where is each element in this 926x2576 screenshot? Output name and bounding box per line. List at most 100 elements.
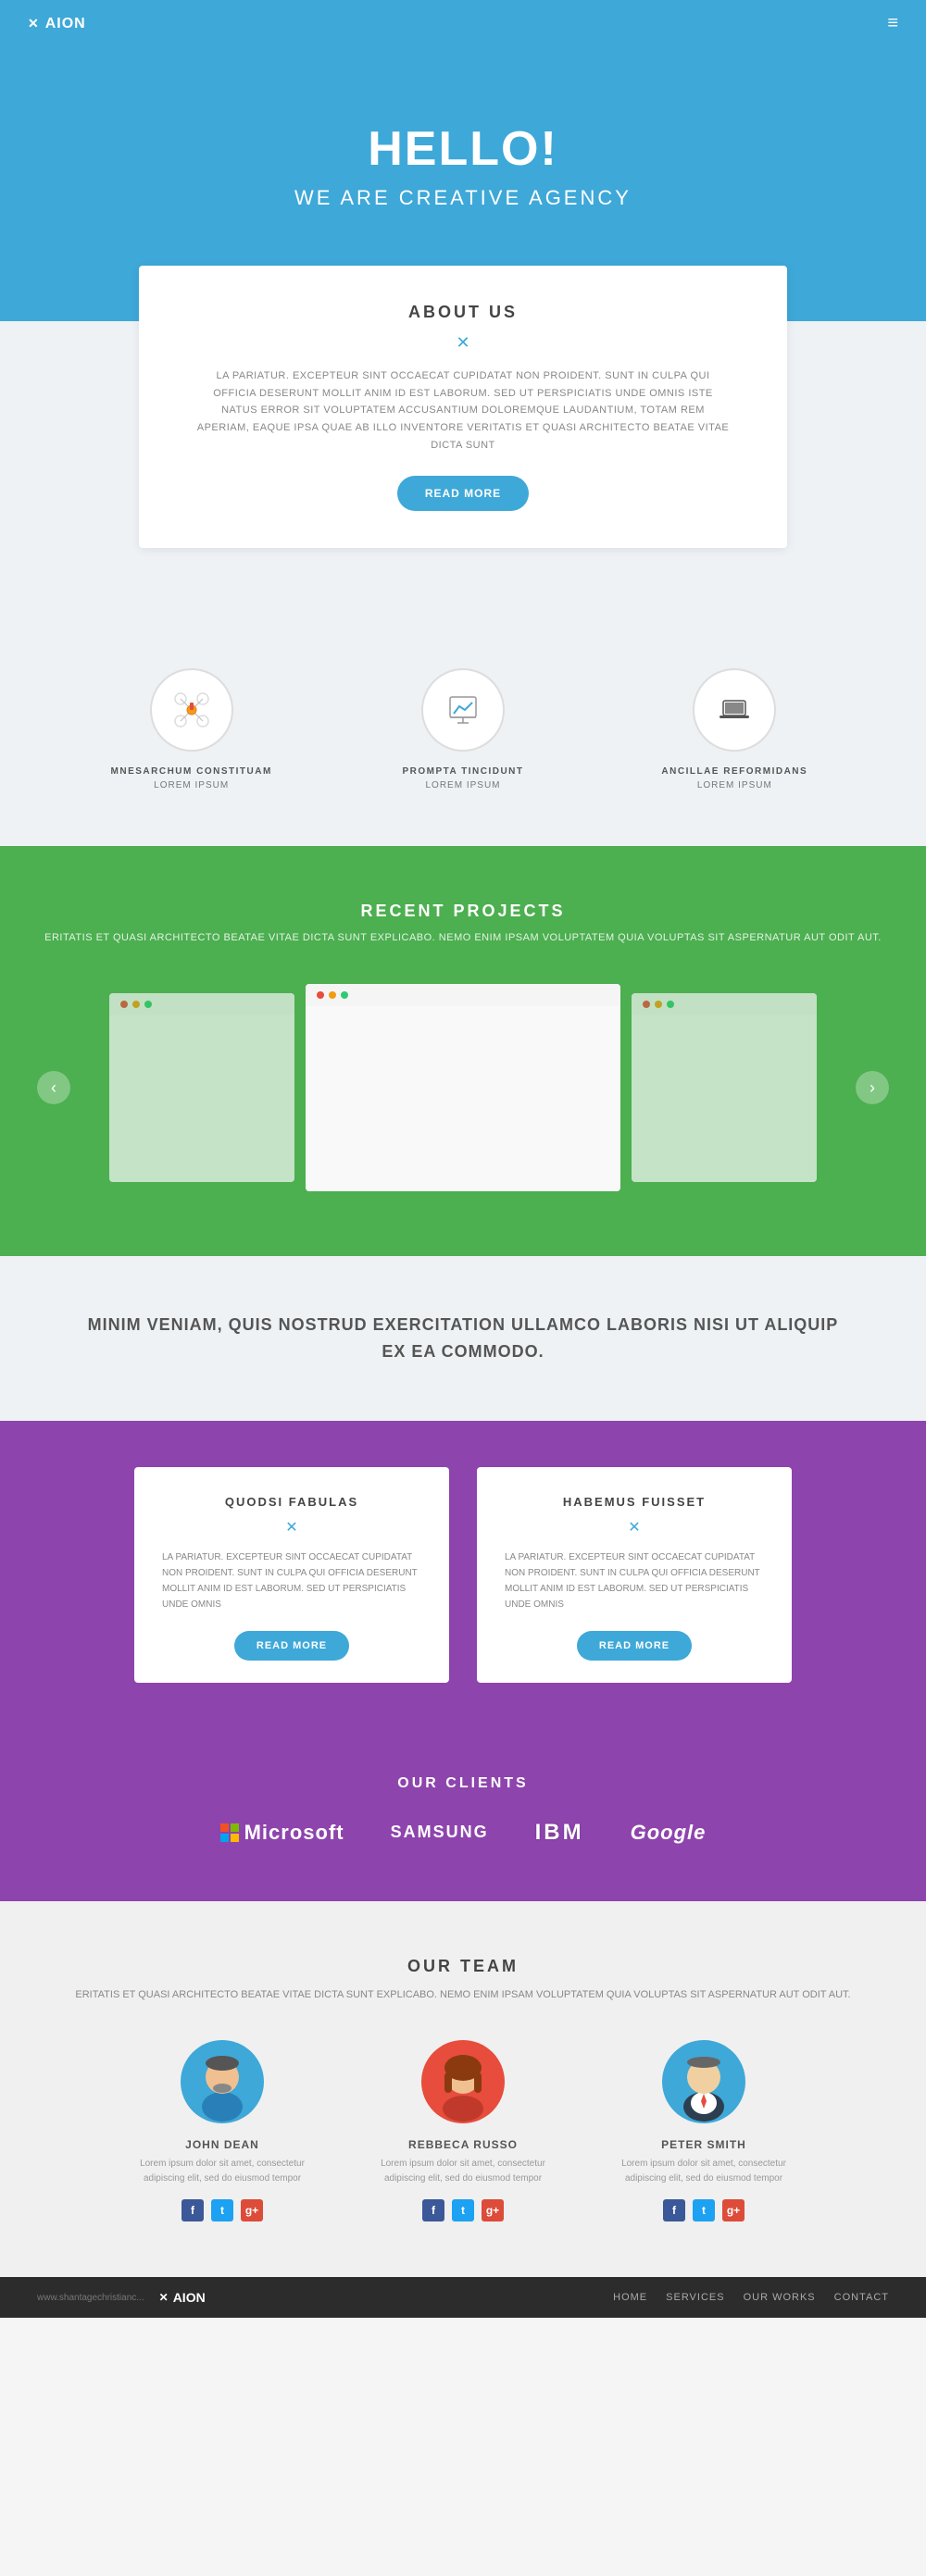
feature-item-1: MNESARCHUM CONSTITUAM LOREM IPSUM [56, 668, 327, 790]
carousel-slides [70, 975, 856, 1201]
samsung-label: SAMSUNG [391, 1823, 489, 1842]
slide-body-left [109, 1015, 294, 1182]
member-2-googleplus-icon[interactable]: g+ [482, 2199, 504, 2221]
member-1-bio: Lorem ipsum dolor sit amet, consectetur … [120, 2157, 324, 2186]
microsoft-label: Microsoft [244, 1821, 344, 1845]
slide-body-right [632, 1015, 817, 1182]
projects-title: RECENT PROJECTS [37, 902, 889, 921]
dot-green-main [341, 991, 348, 999]
footer-nav-contact[interactable]: CONTACT [834, 2292, 889, 2303]
feature-3-title: ANCILLAE REFORMIDANS [618, 766, 852, 777]
footer-logo-text: AION [173, 2290, 206, 2305]
about-card: ABOUT US ✕ LA PARIATUR. EXCEPTEUR SINT O… [139, 266, 787, 548]
member-2-social: f t g+ [361, 2199, 565, 2221]
member-2-facebook-icon[interactable]: f [422, 2199, 444, 2221]
member-3-bio: Lorem ipsum dolor sit amet, consectetur … [602, 2157, 806, 2186]
avatar-peter [662, 2040, 745, 2123]
member-2-name: REBBECA RUSSO [361, 2138, 565, 2151]
card-2-body: LA PARIATUR. EXCEPTEUR SINT OCCAECAT CUP… [505, 1549, 764, 1612]
member-3-twitter-icon[interactable]: t [693, 2199, 715, 2221]
dot-red-right [643, 1001, 650, 1008]
footer-logo-icon: ✕ [159, 2291, 169, 2304]
projects-description: ERITATIS ET QUASI ARCHITECTO BEATAE VITA… [37, 930, 889, 947]
carousel-prev-button[interactable]: ‹ [37, 1071, 70, 1104]
carousel-next-button[interactable]: › [856, 1071, 889, 1104]
team-subtitle: ERITATIS ET QUASI ARCHITECTO BEATAE VITA… [74, 1987, 852, 2004]
feature-2-title: PROMPTA TINCIDUNT [345, 766, 580, 777]
client-samsung: SAMSUNG [391, 1823, 489, 1842]
card-2-read-more-button[interactable]: READ MORE [577, 1631, 692, 1661]
feature-icon-laptop [693, 668, 776, 752]
team-section: OUR TEAM ERITATIS ET QUASI ARCHITECTO BE… [0, 1901, 926, 2278]
client-microsoft: Microsoft [220, 1821, 344, 1845]
member-2-bio: Lorem ipsum dolor sit amet, consectetur … [361, 2157, 565, 2186]
footer-logo[interactable]: ✕ AION [159, 2290, 206, 2305]
footer-nav-our-works[interactable]: OUR WORKS [744, 2292, 816, 2303]
slide-header-left [109, 993, 294, 1015]
footer-nav-services[interactable]: SERVICES [666, 2292, 724, 2303]
card-1-x-icon: ✕ [162, 1518, 421, 1537]
info-card-2: HABEMUS FUISSET ✕ LA PARIATUR. EXCEPTEUR… [477, 1467, 792, 1683]
team-members: JOHN DEAN Lorem ipsum dolor sit amet, co… [74, 2040, 852, 2221]
projects-carousel: ‹ [37, 975, 889, 1201]
feature-icon-chart [421, 668, 505, 752]
member-3-facebook-icon[interactable]: f [663, 2199, 685, 2221]
slide-header-main [306, 984, 620, 1006]
member-3-social: f t g+ [602, 2199, 806, 2221]
hamburger-menu-icon[interactable]: ≡ [887, 13, 898, 34]
member-1-twitter-icon[interactable]: t [211, 2199, 233, 2221]
ibm-label: IBM [535, 1820, 584, 1846]
card-1-body: LA PARIATUR. EXCEPTEUR SINT OCCAECAT CUP… [162, 1549, 421, 1612]
client-ibm: IBM [535, 1820, 584, 1846]
hero-subtitle: WE ARE CREATIVE AGENCY [19, 186, 907, 210]
feature-1-title: MNESARCHUM CONSTITUAM [74, 766, 308, 777]
member-1-googleplus-icon[interactable]: g+ [241, 2199, 263, 2221]
logo-x-icon: ✕ [28, 16, 40, 31]
client-google: Google [631, 1821, 707, 1845]
info-card-1: QUODSI FABULAS ✕ LA PARIATUR. EXCEPTEUR … [134, 1467, 449, 1683]
slide-body-main [306, 1006, 620, 1191]
footer: www.shantagechristianc... ✕ AION HOME SE… [0, 2277, 926, 2318]
footer-nav-home[interactable]: HOME [613, 2292, 647, 2303]
cards-section: QUODSI FABULAS ✕ LA PARIATUR. EXCEPTEUR … [0, 1421, 926, 1738]
projects-section: RECENT PROJECTS ERITATIS ET QUASI ARCHIT… [0, 846, 926, 1256]
card-2-x-icon: ✕ [505, 1518, 764, 1537]
avatar-rebbeca [421, 2040, 505, 2123]
footer-url: www.shantagechristianc... [37, 2293, 144, 2303]
dot-yellow [132, 1001, 140, 1008]
hero-title: HELLO! [19, 121, 907, 177]
dot-green-right [667, 1001, 674, 1008]
team-title: OUR TEAM [74, 1957, 852, 1976]
member-3-name: PETER SMITH [602, 2138, 806, 2151]
about-title: ABOUT US [194, 303, 732, 322]
member-1-social: f t g+ [120, 2199, 324, 2221]
card-1-read-more-button[interactable]: READ MORE [234, 1631, 349, 1661]
team-member-2: REBBECA RUSSO Lorem ipsum dolor sit amet… [361, 2040, 565, 2221]
read-more-button[interactable]: READ MORE [397, 476, 529, 511]
card-1-title: QUODSI FABULAS [162, 1495, 421, 1509]
quote-text: MINIM VENIAM, QUIS NOSTRUD EXERCITATION … [74, 1312, 852, 1365]
feature-item-3: ANCILLAE REFORMIDANS LOREM IPSUM [599, 668, 870, 790]
member-1-name: JOHN DEAN [120, 2138, 324, 2151]
dot-green [144, 1001, 152, 1008]
google-label: Google [631, 1821, 707, 1845]
dot-yellow-main [329, 991, 336, 999]
slide-card-main [306, 984, 620, 1191]
clients-logos: Microsoft SAMSUNG IBM Google [74, 1820, 852, 1846]
footer-nav: HOME SERVICES OUR WORKS CONTACT [613, 2292, 889, 2303]
slide-header-right [632, 993, 817, 1015]
nav-logo[interactable]: ✕ AION [28, 16, 86, 32]
feature-3-subtitle: LOREM IPSUM [618, 780, 852, 790]
feature-2-subtitle: LOREM IPSUM [345, 780, 580, 790]
quote-section: MINIM VENIAM, QUIS NOSTRUD EXERCITATION … [0, 1256, 926, 1421]
about-x-icon: ✕ [194, 333, 732, 353]
member-1-facebook-icon[interactable]: f [181, 2199, 204, 2221]
dot-yellow-right [655, 1001, 662, 1008]
microsoft-icon [220, 1823, 239, 1842]
member-3-googleplus-icon[interactable]: g+ [722, 2199, 745, 2221]
about-body: LA PARIATUR. EXCEPTEUR SINT OCCAECAT CUP… [194, 367, 732, 454]
team-member-3: PETER SMITH Lorem ipsum dolor sit amet, … [602, 2040, 806, 2221]
footer-left: www.shantagechristianc... ✕ AION [37, 2290, 206, 2305]
member-2-twitter-icon[interactable]: t [452, 2199, 474, 2221]
clients-section: OUR CLIENTS Microsoft SAMSUNG IBM Google [0, 1738, 926, 1901]
